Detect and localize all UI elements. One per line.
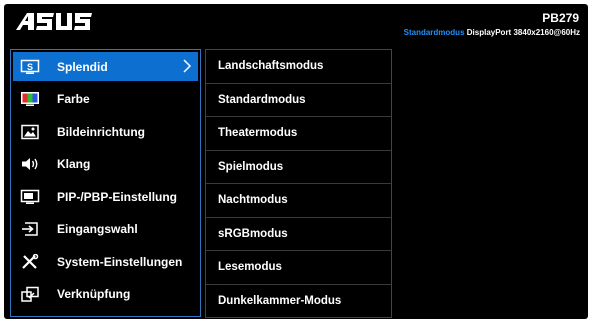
main-menu-label: Eingangswahl xyxy=(57,222,138,237)
main-menu-item-farbe[interactable]: Farbe xyxy=(11,83,200,116)
splendid-submenu: Landschaftsmodus Standardmodus Theatermo… xyxy=(205,49,392,318)
current-mode: Standardmodus xyxy=(403,28,465,37)
submenu-item-theatermodus[interactable]: Theatermodus xyxy=(206,117,391,151)
model-name: PB279 xyxy=(542,11,579,25)
chevron-right-icon xyxy=(183,59,192,73)
main-menu: S Splendid Farbe Bildeinrichtung Klang P… xyxy=(10,49,201,317)
main-menu-item-splendid[interactable]: S Splendid xyxy=(13,52,198,81)
osd-menu: PB279 Standardmodus DisplayPort 3840x216… xyxy=(4,4,588,319)
asus-logo xyxy=(16,13,92,30)
main-menu-label: Farbe xyxy=(57,92,90,107)
submenu-item-spielmodus[interactable]: Spielmodus xyxy=(206,151,391,184)
submenu-item-srgbmodus[interactable]: sRGBmodus xyxy=(206,218,391,251)
main-menu-label: PIP-/PBP-Einstellung xyxy=(57,189,178,204)
main-menu-item-verknuepfung[interactable]: Verknüpfung xyxy=(11,278,200,311)
main-menu-item-pip-pbp[interactable]: PIP-/PBP-Einstellung xyxy=(11,181,200,214)
submenu-item-dunkelkammer-modus[interactable]: Dunkelkammer-Modus xyxy=(206,285,391,319)
color-icon xyxy=(19,90,41,108)
main-menu-label: Klang xyxy=(57,157,91,172)
main-menu-item-eingangswahl[interactable]: Eingangswahl xyxy=(11,213,200,246)
submenu-item-landschaftsmodus[interactable]: Landschaftsmodus xyxy=(206,50,391,84)
input-source: DisplayPort xyxy=(466,28,512,37)
submenu-item-standardmodus[interactable]: Standardmodus xyxy=(206,84,391,117)
splendid-icon: S xyxy=(19,58,41,76)
tools-icon xyxy=(19,253,41,271)
main-menu-item-klang[interactable]: Klang xyxy=(11,148,200,181)
pip-icon xyxy=(19,188,41,206)
main-menu-label: System-Einstellungen xyxy=(57,254,183,269)
submenu-item-nachtmodus[interactable]: Nachtmodus xyxy=(206,184,391,218)
main-menu-item-system-einstellungen[interactable]: System-Einstellungen xyxy=(11,246,200,279)
main-menu-label: Splendid xyxy=(57,59,108,74)
speaker-icon xyxy=(19,155,41,173)
input-icon xyxy=(19,220,41,238)
submenu-item-lesemodus[interactable]: Lesemodus xyxy=(206,251,391,285)
main-menu-label: Verknüpfung xyxy=(57,287,131,302)
resolution: 3840x2160@60Hz xyxy=(513,28,580,37)
shortcut-icon xyxy=(19,285,41,303)
status-bar: Standardmodus DisplayPort 3840x2160@60Hz xyxy=(404,28,580,37)
main-menu-label: Bildeinrichtung xyxy=(57,124,145,139)
main-menu-item-bildeinrichtung[interactable]: Bildeinrichtung xyxy=(11,116,200,149)
image-icon xyxy=(19,123,41,141)
svg-text:S: S xyxy=(27,62,33,72)
header: PB279 Standardmodus DisplayPort 3840x216… xyxy=(4,4,588,44)
